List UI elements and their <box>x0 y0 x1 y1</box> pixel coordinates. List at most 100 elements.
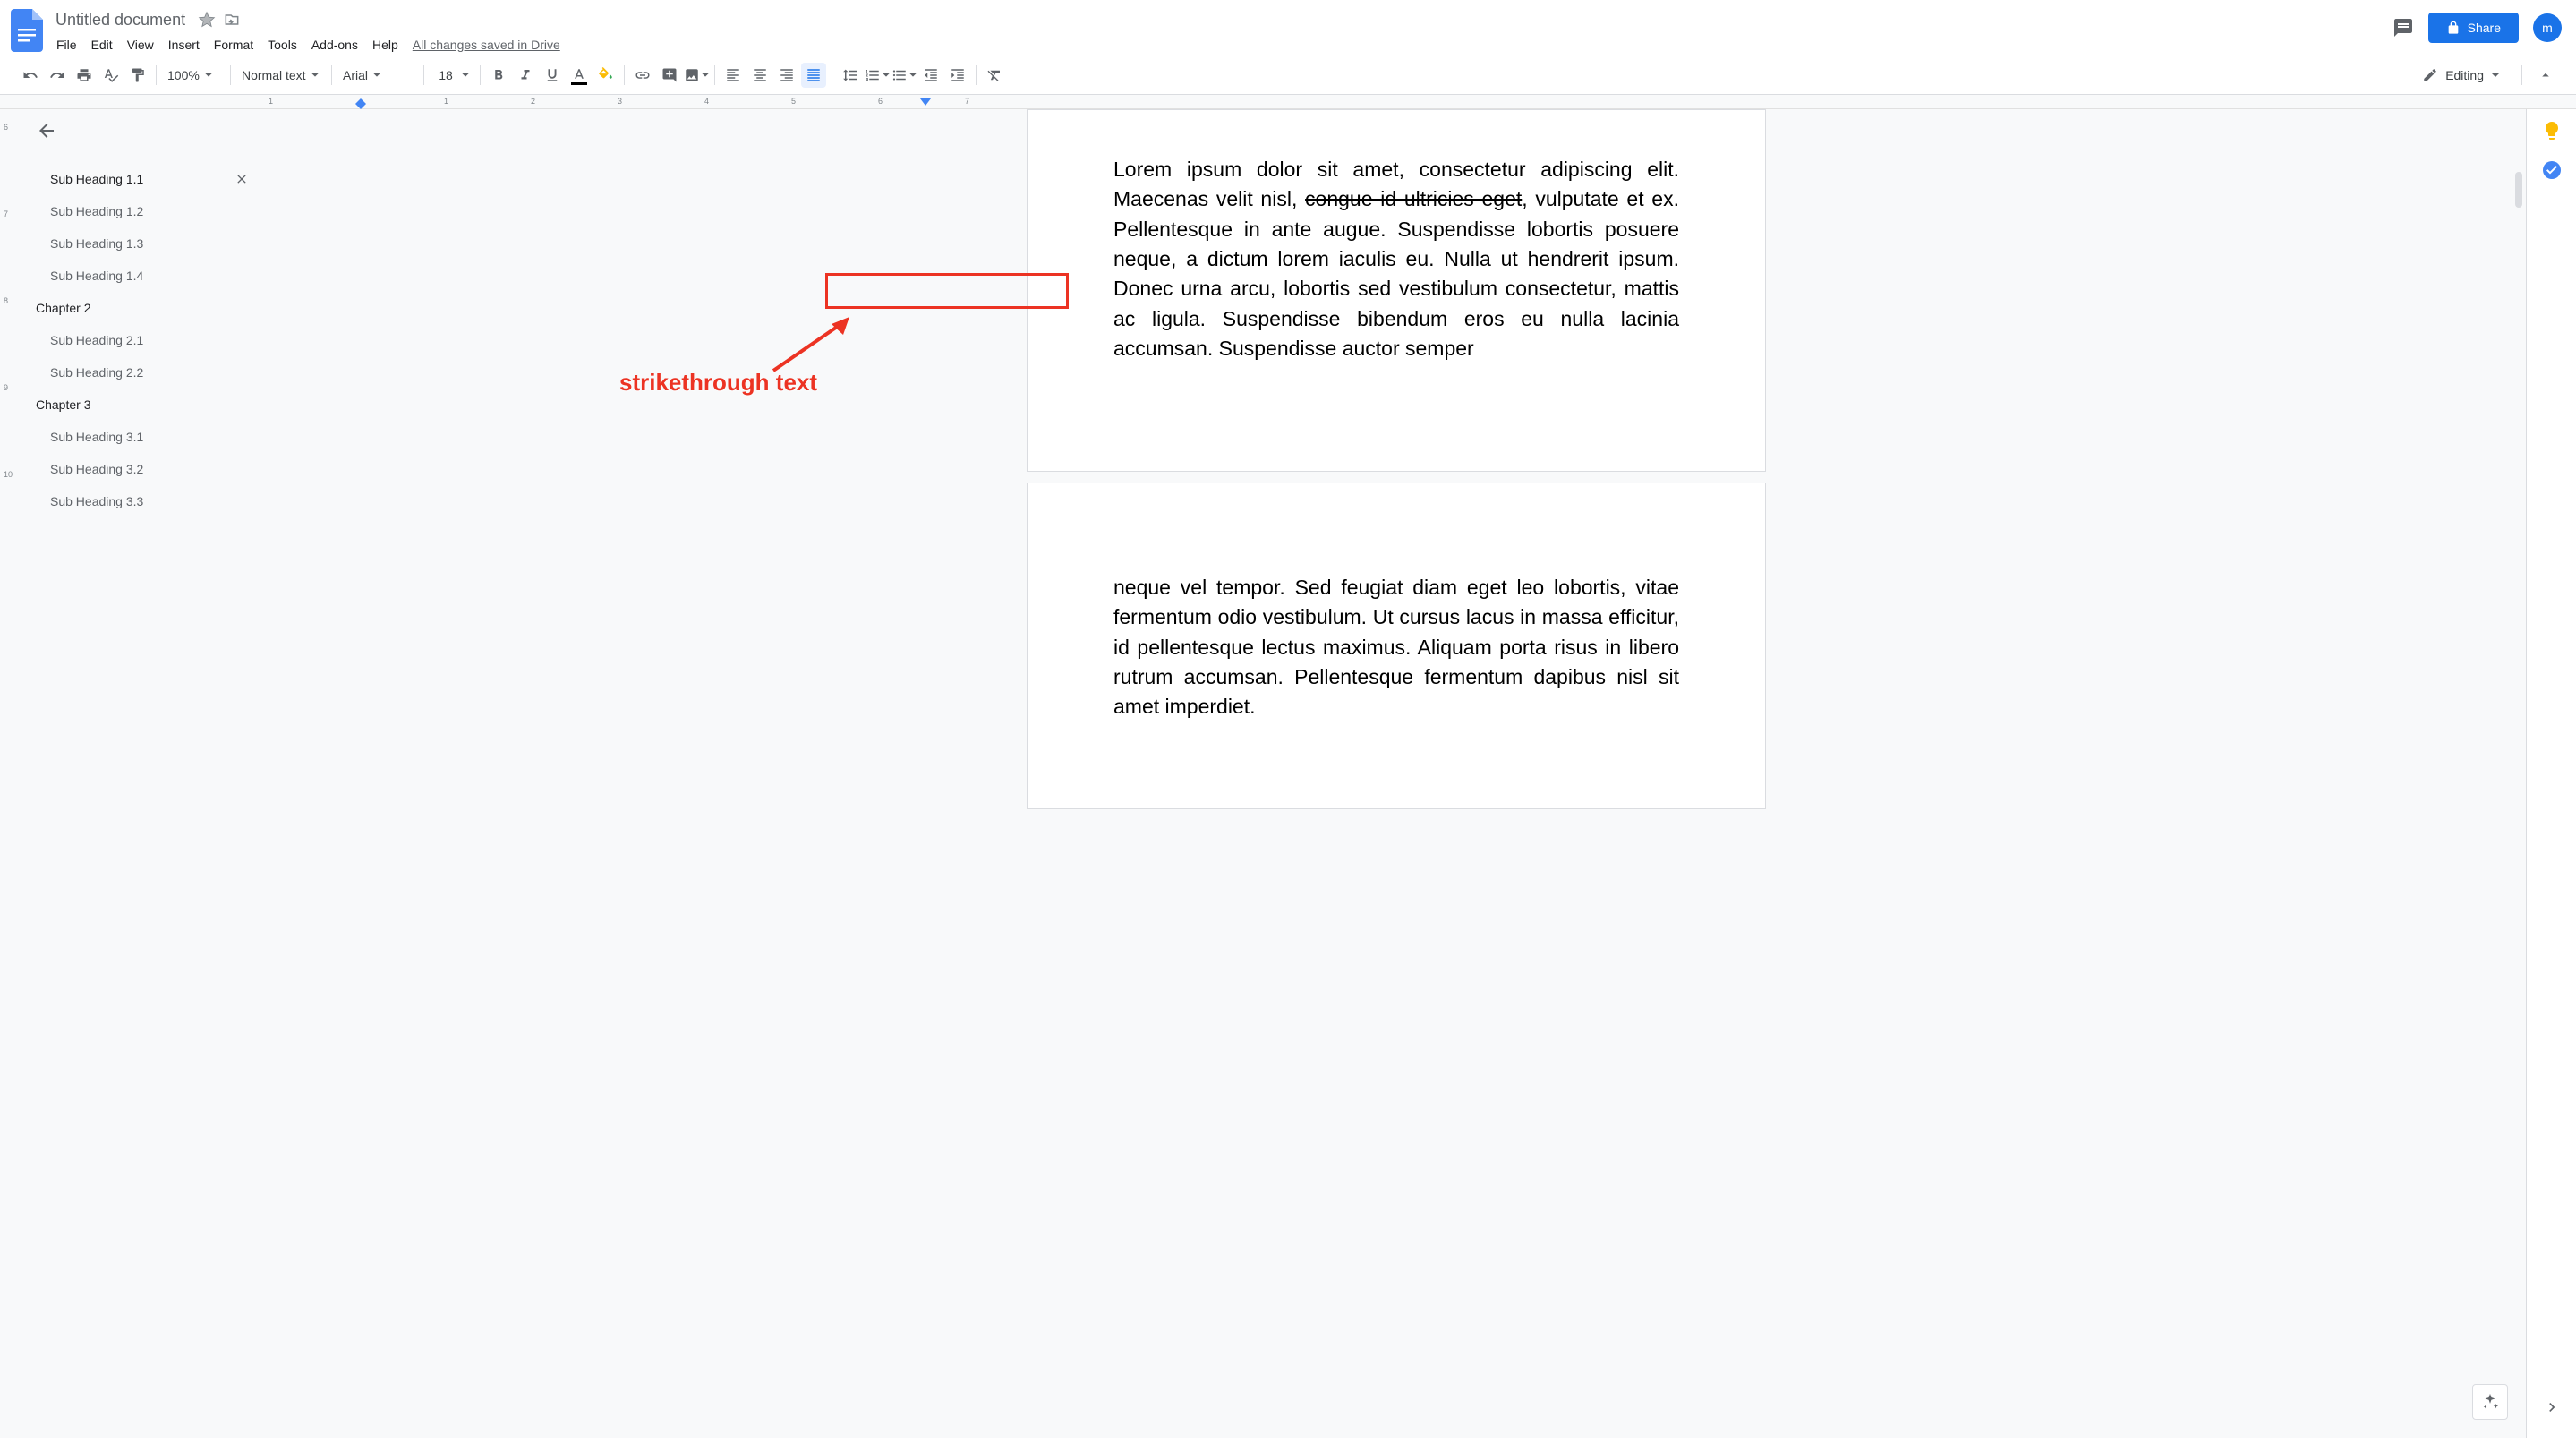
outline-item[interactable]: Sub Heading 1.2 <box>36 195 249 227</box>
annotation-arrow <box>764 308 863 380</box>
scrollbar[interactable] <box>2513 109 2524 1438</box>
outline-item[interactable]: Sub Heading 3.1 <box>36 421 249 453</box>
tasks-icon[interactable] <box>2541 159 2563 181</box>
ruler-mark: 1 <box>444 97 448 106</box>
star-icon[interactable] <box>198 11 216 29</box>
outline-item-label: Sub Heading 1.3 <box>50 236 143 251</box>
collapse-toolbar-button[interactable] <box>2533 63 2558 88</box>
horizontal-ruler[interactable]: 1 1 2 3 4 5 6 7 <box>0 95 2576 109</box>
paragraph[interactable]: neque vel tempor. Sed feugiat diam eget … <box>1113 573 1679 722</box>
outline-item[interactable]: Chapter 3 <box>36 389 249 421</box>
vruler-mark: 9 <box>4 383 8 392</box>
ruler-mark: 6 <box>878 97 883 106</box>
caret-down-icon <box>462 72 469 79</box>
bold-button[interactable] <box>486 63 511 88</box>
menu-addons[interactable]: Add-ons <box>305 34 364 56</box>
spellcheck-button[interactable] <box>98 63 124 88</box>
comments-icon[interactable] <box>2393 17 2414 38</box>
menu-view[interactable]: View <box>121 34 160 56</box>
redo-button[interactable] <box>45 63 70 88</box>
font-value: Arial <box>343 68 368 82</box>
strikethrough-text: congue id ultricies eget <box>1305 187 1522 210</box>
outline-item[interactable]: Sub Heading 1.3 <box>36 227 249 260</box>
mode-select[interactable]: Editing <box>2411 64 2511 87</box>
outline-item[interactable]: Sub Heading 2.2 <box>36 356 249 389</box>
vruler-mark: 8 <box>4 296 8 305</box>
close-icon[interactable] <box>235 172 249 186</box>
print-button[interactable] <box>72 63 97 88</box>
outline-item[interactable]: Chapter 2 <box>36 292 249 324</box>
caret-down-icon <box>2491 71 2500 80</box>
insert-comment-button[interactable] <box>657 63 682 88</box>
numbered-list-button[interactable] <box>865 63 890 88</box>
menu-edit[interactable]: Edit <box>85 34 119 56</box>
caret-down-icon <box>311 72 319 79</box>
docs-logo-icon <box>11 9 43 52</box>
vruler-mark: 6 <box>4 123 8 132</box>
outline-item[interactable]: Sub Heading 2.1 <box>36 324 249 356</box>
keep-icon[interactable] <box>2541 120 2563 141</box>
menu-help[interactable]: Help <box>366 34 405 56</box>
page[interactable]: Lorem ipsum dolor sit amet, consectetur … <box>1027 109 1766 472</box>
align-center-button[interactable] <box>747 63 772 88</box>
side-panel-expand-icon[interactable] <box>2543 1398 2561 1416</box>
clear-formatting-button[interactable] <box>982 63 1007 88</box>
share-button[interactable]: Share <box>2428 13 2519 43</box>
align-left-button[interactable] <box>721 63 746 88</box>
side-panel <box>2526 109 2576 1438</box>
page[interactable]: neque vel tempor. Sed feugiat diam eget … <box>1027 483 1766 809</box>
header-right: Share m <box>2393 7 2562 43</box>
share-label: Share <box>2468 21 2501 35</box>
align-right-button[interactable] <box>774 63 799 88</box>
align-justify-button[interactable] <box>801 63 826 88</box>
bulleted-list-button[interactable] <box>891 63 917 88</box>
document-title[interactable]: Untitled document <box>50 9 191 31</box>
font-size-value[interactable] <box>435 68 456 82</box>
menu-file[interactable]: File <box>50 34 83 56</box>
left-indent-marker[interactable] <box>355 98 366 109</box>
outline-item-label: Sub Heading 1.1 <box>50 172 143 186</box>
explore-button[interactable] <box>2472 1384 2508 1420</box>
right-indent-marker[interactable] <box>920 98 931 109</box>
decrease-indent-button[interactable] <box>918 63 943 88</box>
text-color-button[interactable] <box>567 63 592 88</box>
ruler-mark: 4 <box>704 97 709 106</box>
font-select[interactable]: Arial <box>337 64 418 86</box>
document-area[interactable]: Lorem ipsum dolor sit amet, consectetur … <box>270 109 2576 1438</box>
zoom-select[interactable]: 100% <box>162 64 225 86</box>
underline-button[interactable] <box>540 63 565 88</box>
undo-button[interactable] <box>18 63 43 88</box>
outline-item[interactable]: Sub Heading 1.1 <box>36 163 249 195</box>
caret-down-icon <box>205 72 212 79</box>
paragraph[interactable]: Lorem ipsum dolor sit amet, consectetur … <box>1113 155 1679 363</box>
outline-item-label: Sub Heading 2.2 <box>50 365 143 380</box>
ruler-mark: 7 <box>965 97 969 106</box>
font-size-select[interactable] <box>430 64 474 86</box>
menu-tools[interactable]: Tools <box>261 34 303 56</box>
menu-insert[interactable]: Insert <box>162 34 206 56</box>
account-avatar[interactable]: m <box>2533 13 2562 42</box>
docs-logo[interactable] <box>9 7 45 54</box>
style-value: Normal text <box>242 68 306 82</box>
outline-item-label: Sub Heading 2.1 <box>50 333 143 347</box>
save-status[interactable]: All changes saved in Drive <box>406 34 567 56</box>
increase-indent-button[interactable] <box>945 63 970 88</box>
mode-label: Editing <box>2445 68 2484 82</box>
toolbar: 100% Normal text Arial Editing <box>0 56 2576 95</box>
paint-format-button[interactable] <box>125 63 150 88</box>
paragraph-style-select[interactable]: Normal text <box>236 64 326 86</box>
lock-icon <box>2446 21 2461 35</box>
scrollbar-thumb[interactable] <box>2515 172 2522 208</box>
outline-item[interactable]: Sub Heading 3.2 <box>36 453 249 485</box>
menu-format[interactable]: Format <box>208 34 260 56</box>
insert-image-button[interactable] <box>684 63 709 88</box>
highlight-color-button[interactable] <box>593 63 618 88</box>
insert-link-button[interactable] <box>630 63 655 88</box>
line-spacing-button[interactable] <box>838 63 863 88</box>
outline-item[interactable]: Sub Heading 1.4 <box>36 260 249 292</box>
italic-button[interactable] <box>513 63 538 88</box>
vertical-ruler[interactable]: 6 7 8 9 10 <box>0 109 14 1438</box>
outline-back-button[interactable] <box>36 120 57 141</box>
outline-item[interactable]: Sub Heading 3.3 <box>36 485 249 517</box>
move-icon[interactable] <box>223 11 241 29</box>
